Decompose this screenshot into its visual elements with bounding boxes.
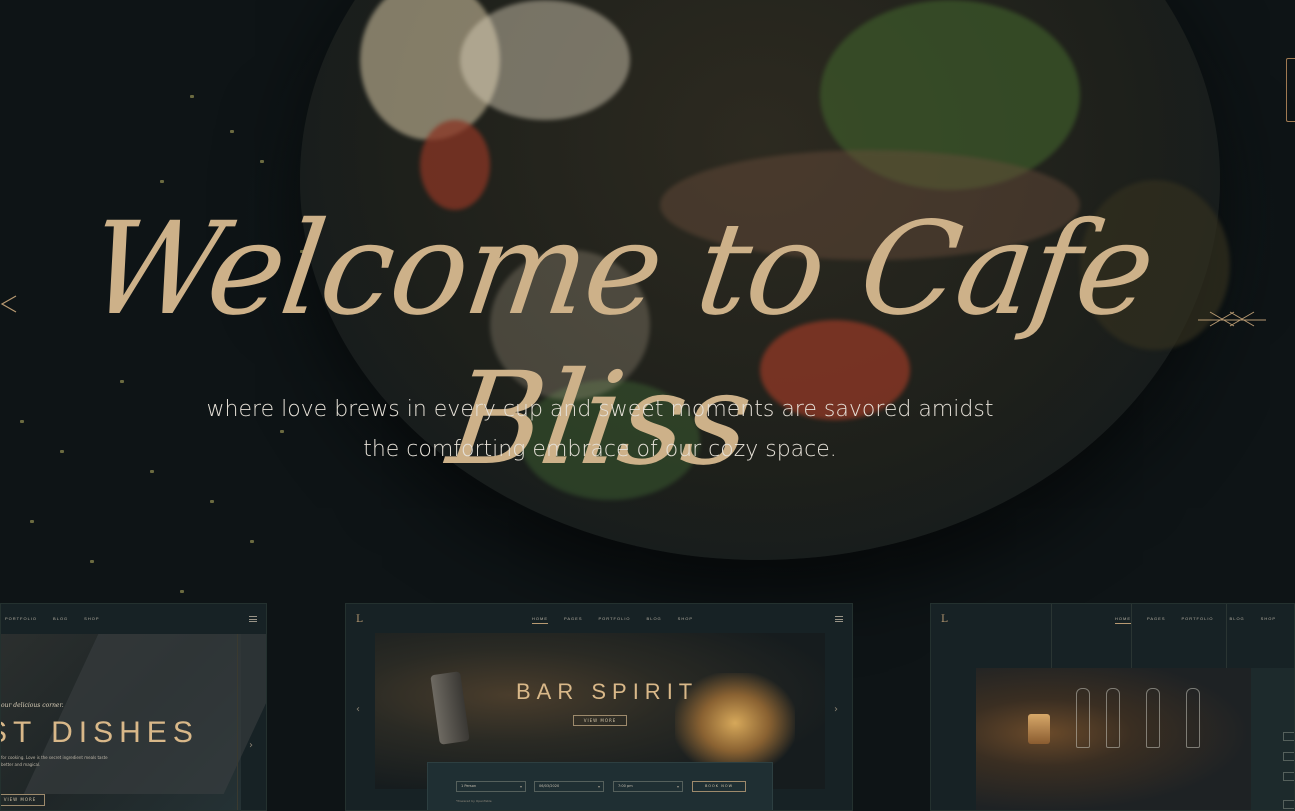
wine-glass-image xyxy=(1186,688,1200,748)
view-more-button[interactable]: VIEW MORE xyxy=(573,715,627,726)
chevron-left-icon[interactable]: ‹ xyxy=(356,704,360,715)
sidebar-field[interactable] xyxy=(1283,800,1294,809)
nav-item-home[interactable]: HOME xyxy=(532,616,548,624)
hero-subtitle-line: the comforting embrace of our cozy space… xyxy=(363,437,837,462)
nav-item[interactable]: SHOP xyxy=(1261,616,1276,624)
nav-item[interactable]: SHOP xyxy=(678,616,693,624)
sidebar-field[interactable] xyxy=(1283,732,1294,741)
food-detail xyxy=(460,0,630,120)
card-kicker: our delicious corner. xyxy=(1,702,64,709)
hero-subtitle: where love brews in every cup and sweet … xyxy=(200,390,1000,470)
ornament-arrow-right-icon[interactable] xyxy=(1196,306,1268,334)
divider xyxy=(1051,604,1052,668)
divider xyxy=(1226,604,1227,668)
preview-card-dining[interactable]: L HOME PAGES PORTFOLIO BLOG SHOP xyxy=(930,603,1295,811)
hamburger-icon[interactable] xyxy=(835,616,843,622)
divider xyxy=(1131,604,1132,668)
wine-glass-image xyxy=(1076,688,1090,748)
card-nav: HOME PAGES PORTFOLIO BLOG SHOP xyxy=(532,616,693,624)
nav-item[interactable]: PAGES xyxy=(1147,616,1166,624)
card-title: ST DISHES xyxy=(0,716,199,749)
divider xyxy=(237,634,238,810)
herb-speck xyxy=(260,160,264,163)
herb-speck xyxy=(90,560,94,563)
herb-speck xyxy=(210,500,214,503)
hamburger-icon[interactable] xyxy=(249,616,257,622)
wine-glass-image xyxy=(1106,688,1120,748)
reservation-form: 1 Person 06/03/2020 7:00 pm BOOK NOW *Po… xyxy=(427,762,773,810)
sidebar-field[interactable] xyxy=(1283,752,1294,761)
herb-speck xyxy=(160,180,164,183)
chevron-right-icon[interactable]: › xyxy=(834,704,838,715)
view-more-button[interactable]: VIEW MORE xyxy=(1,794,45,806)
nav-item[interactable]: BLOG xyxy=(647,616,662,624)
herb-speck xyxy=(250,540,254,543)
persons-select[interactable]: 1 Person xyxy=(456,781,526,792)
herb-speck xyxy=(230,130,234,133)
shaker-image xyxy=(430,671,470,745)
chevron-right-icon[interactable]: › xyxy=(249,740,253,751)
herb-speck xyxy=(20,420,24,423)
powered-by-text: *Powered by OpenTable xyxy=(456,799,492,803)
candle-image xyxy=(1028,714,1050,744)
nav-item[interactable]: BLOG xyxy=(1230,616,1245,624)
hero-subtitle-line: where love brews in every cup and sweet … xyxy=(206,397,994,422)
card-image xyxy=(976,668,1251,810)
card-nav: PORTFOLIO BLOG SHOP xyxy=(5,616,100,621)
card-title: BAR SPIRIT xyxy=(516,679,699,704)
card-text: for cooking. Love is the secret ingredie… xyxy=(1,755,108,767)
date-select[interactable]: 06/03/2020 xyxy=(534,781,604,792)
herb-speck xyxy=(30,520,34,523)
logo-mini: L xyxy=(356,614,363,625)
wine-glass-image xyxy=(1146,688,1160,748)
nav-item[interactable]: PORTFOLIO xyxy=(5,616,37,621)
nav-item[interactable]: PAGES xyxy=(564,616,583,624)
preview-card-dishes[interactable]: PORTFOLIO BLOG SHOP our delicious corner… xyxy=(0,603,267,811)
chevron-left-icon[interactable] xyxy=(0,290,18,318)
book-now-button[interactable]: BOOK NOW xyxy=(692,781,746,792)
logo-mini: L xyxy=(941,614,948,625)
herb-speck xyxy=(180,590,184,593)
sidebar-field[interactable] xyxy=(1283,772,1294,781)
nav-item[interactable]: PORTFOLIO xyxy=(1182,616,1214,624)
preview-card-bar-spirit[interactable]: L HOME PAGES PORTFOLIO BLOG SHOP BAR SPI… xyxy=(345,603,853,811)
side-panel-tab[interactable] xyxy=(1286,58,1295,122)
card-nav: HOME PAGES PORTFOLIO BLOG SHOP xyxy=(1115,616,1276,624)
time-select[interactable]: 7:00 pm xyxy=(613,781,683,792)
nav-item[interactable]: BLOG xyxy=(53,616,68,621)
nav-item[interactable]: PORTFOLIO xyxy=(599,616,631,624)
nav-item-home[interactable]: HOME xyxy=(1115,616,1131,624)
herb-speck xyxy=(190,95,194,98)
nav-item[interactable]: SHOP xyxy=(84,616,99,621)
